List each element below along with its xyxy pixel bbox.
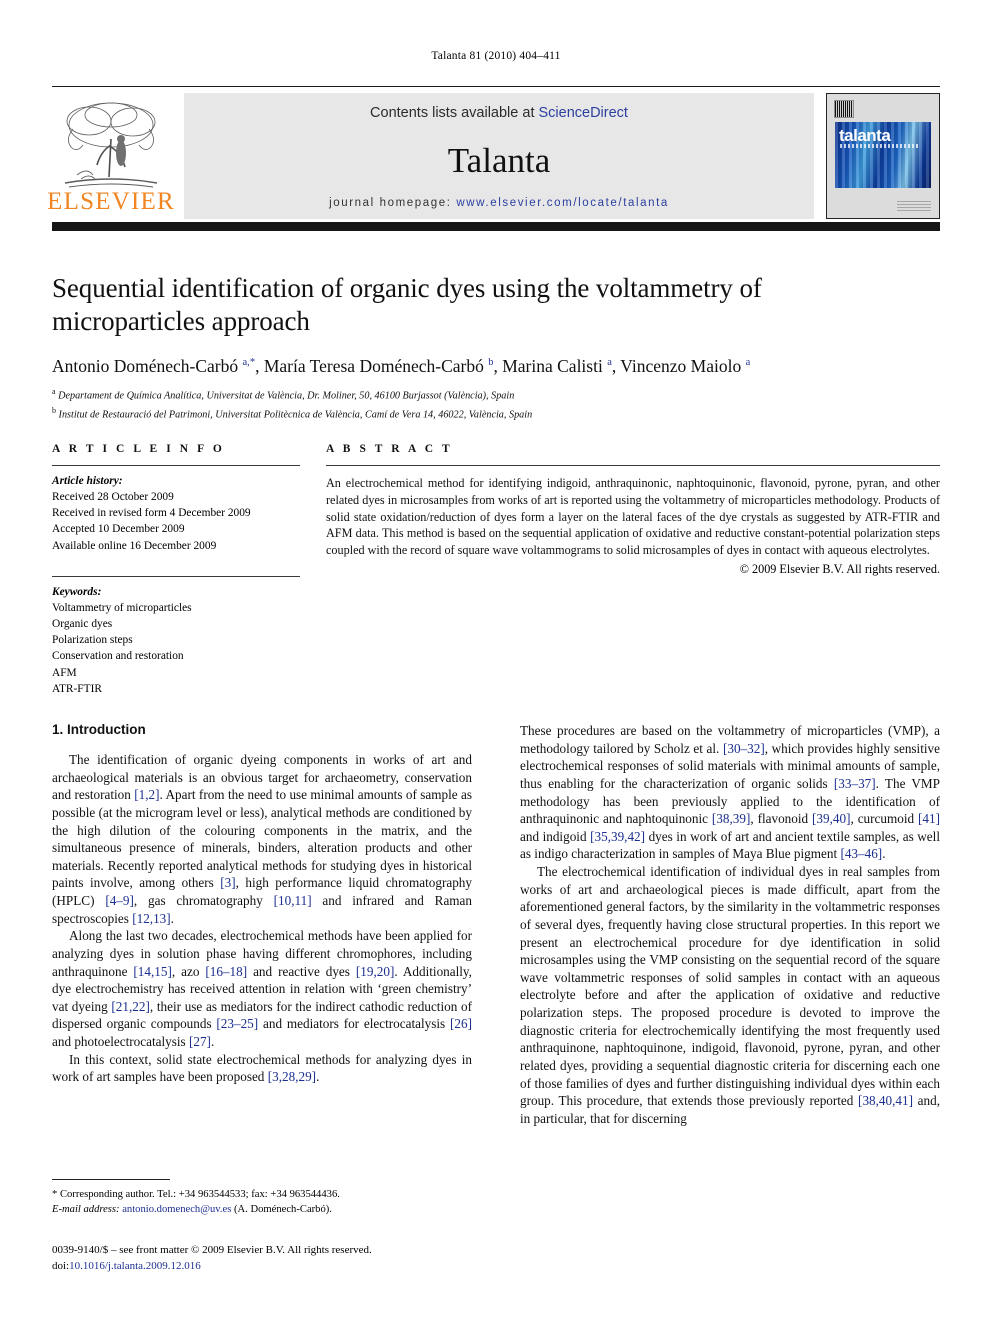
citation-ref[interactable]: [19,20] — [356, 964, 394, 979]
paragraph: Along the last two decades, electrochemi… — [52, 928, 472, 1049]
citation-ref[interactable]: [14,15] — [133, 964, 171, 979]
body-column-right: These procedures are based on the voltam… — [520, 722, 940, 1127]
citation-ref[interactable]: [21,22] — [111, 999, 149, 1014]
abstract-rule — [326, 465, 940, 466]
citation-ref[interactable]: [33–37] — [834, 776, 876, 791]
citation-ref[interactable]: [43–46] — [840, 846, 882, 861]
citation-ref[interactable]: [38,40,41] — [858, 1093, 913, 1108]
affiliation-b-text: Institut de Restauració del Patrimoni, U… — [58, 408, 533, 420]
body-columns: 1. Introduction The identification of or… — [52, 722, 940, 1127]
journal-homepage-link[interactable]: www.elsevier.com/locate/talanta — [456, 197, 669, 209]
title-block: Sequential identification of organic dye… — [52, 272, 912, 423]
info-abstract-area: A R T I C L E I N F O Article history: R… — [52, 443, 940, 697]
paragraph: The electrochemical identification of in… — [520, 864, 940, 1126]
citation-ref[interactable]: [3] — [220, 875, 235, 890]
affiliation-b: b Institut de Restauració del Patrimoni,… — [52, 405, 533, 420]
citation-ref[interactable]: [27] — [189, 1034, 211, 1049]
keyword-item: AFM — [52, 666, 77, 679]
doi-link[interactable]: 10.1016/j.talanta.2009.12.016 — [69, 1260, 201, 1272]
masthead-black-band — [52, 222, 940, 231]
doi-line: doi:10.1016/j.talanta.2009.12.016 — [52, 1259, 482, 1275]
keywords-rule — [52, 575, 300, 577]
keywords-block: Keywords: Voltammetry of microparticles … — [52, 575, 300, 697]
citation-ref[interactable]: [3,28,29] — [268, 1069, 316, 1084]
sciencedirect-link[interactable]: ScienceDirect — [539, 105, 628, 121]
author-list: Antonio Doménech-Carbó a,*, María Teresa… — [52, 356, 751, 377]
abstract-copyright: © 2009 Elsevier B.V. All rights reserved… — [739, 562, 940, 577]
keyword-item: Voltammetry of microparticles — [52, 601, 192, 614]
citation-ref[interactable]: [12,13] — [132, 911, 170, 926]
column-gap — [300, 443, 326, 697]
elsevier-tree-icon — [64, 102, 158, 188]
keyword-item: Conservation and restoration — [52, 650, 184, 663]
history-line: Received in revised form 4 December 2009 — [52, 507, 251, 520]
citation-ref[interactable]: [35,39,42] — [590, 829, 645, 844]
cover-wordmark: talanta — [839, 126, 891, 145]
front-matter-line: 0039-9140/$ – see front matter © 2009 El… — [52, 1244, 372, 1256]
affiliations: a Departament de Química Analítica, Univ… — [52, 386, 912, 422]
affiliation-a-text: Departament de Química Analítica, Univer… — [58, 390, 515, 402]
footnote-rule — [52, 1179, 170, 1180]
paragraph: These procedures are based on the voltam… — [520, 723, 940, 862]
email-label: E-mail address: — [52, 1204, 120, 1216]
citation-ref[interactable]: [39,40] — [812, 811, 850, 826]
citation-ref[interactable]: [1,2] — [134, 787, 159, 802]
abstract-text: An electrochemical method for identifyin… — [326, 476, 940, 558]
history-line: Accepted 10 December 2009 — [52, 523, 185, 536]
cover-publisher-logo — [897, 199, 931, 211]
running-head: Talanta 81 (2010) 404–411 — [431, 50, 561, 62]
citation-ref[interactable]: [23–25] — [216, 1016, 258, 1031]
article-info-column: A R T I C L E I N F O Article history: R… — [52, 443, 300, 697]
journal-masthead: ELSEVIER Contents lists available at Sci… — [47, 86, 940, 219]
barcode-icon — [834, 100, 854, 118]
keyword-item: ATR-FTIR — [52, 682, 102, 695]
journal-title: Talanta — [447, 140, 551, 180]
footnote-block: * Corresponding author. Tel.: +34 963544… — [52, 1179, 472, 1217]
abstract-heading: A B S T R A C T — [326, 443, 453, 455]
section-heading-introduction: 1. Introduction — [52, 722, 146, 737]
corresponding-author-note: * Corresponding author. Tel.: +34 963544… — [52, 1189, 340, 1200]
keyword-item: Polarization steps — [52, 634, 133, 647]
article-info-rule — [52, 465, 300, 466]
journal-cover-thumbnail: talanta — [826, 93, 940, 219]
cover-subtitle-bar — [840, 144, 920, 148]
paragraph: In this context, solid state electrochem… — [52, 1051, 472, 1085]
imprint-block: 0039-9140/$ – see front matter © 2009 El… — [52, 1243, 482, 1275]
citation-ref[interactable]: [38,39] — [712, 811, 750, 826]
keyword-item: Organic dyes — [52, 617, 113, 630]
email-note: E-mail address: antonio.domenech@uv.es (… — [52, 1202, 472, 1217]
page-title: Sequential identification of organic dye… — [52, 273, 762, 337]
article-history-label: Article history: — [52, 475, 123, 487]
citation-ref[interactable]: [41] — [918, 811, 940, 826]
masthead-top-rule — [52, 86, 940, 87]
citation-ref[interactable]: [4–9] — [105, 893, 134, 908]
doi-label: doi: — [52, 1259, 70, 1272]
history-line: Available online 16 December 2009 — [52, 539, 217, 552]
journal-homepage-line: journal homepage: www.elsevier.com/locat… — [329, 197, 669, 209]
contents-prefix: Contents lists available at — [370, 105, 539, 121]
email-link[interactable]: antonio.domenech@uv.es — [122, 1204, 231, 1215]
history-line: Received 28 October 2009 — [52, 491, 174, 503]
citation-ref[interactable]: [16–18] — [205, 964, 247, 979]
citation-ref[interactable]: [26] — [450, 1016, 472, 1031]
body-column-gap — [472, 722, 520, 1127]
contents-lists-line: Contents lists available at ScienceDirec… — [370, 105, 628, 121]
paragraph: The identification of organic dyeing com… — [52, 752, 473, 926]
email-suffix: (A. Doménech-Carbó). — [233, 1204, 332, 1216]
body-column-left: 1. Introduction The identification of or… — [52, 722, 472, 1127]
elsevier-logo: ELSEVIER — [47, 93, 174, 219]
citation-ref[interactable]: [10,11] — [274, 893, 312, 908]
masthead-center: Contents lists available at ScienceDirec… — [184, 93, 814, 219]
elsevier-wordmark: ELSEVIER — [47, 188, 175, 215]
abstract-column: A B S T R A C T An electrochemical metho… — [326, 443, 940, 697]
citation-ref[interactable]: [30–32] — [723, 741, 765, 756]
affiliation-a: a Departament de Química Analítica, Univ… — [52, 387, 515, 402]
journal-article-page: Talanta 81 (2010) 404–411 ELSEVIER Conte… — [0, 0, 992, 1323]
homepage-label: journal homepage: — [329, 197, 452, 209]
article-info-heading: A R T I C L E I N F O — [52, 443, 225, 455]
keywords-label: Keywords: — [52, 585, 102, 598]
